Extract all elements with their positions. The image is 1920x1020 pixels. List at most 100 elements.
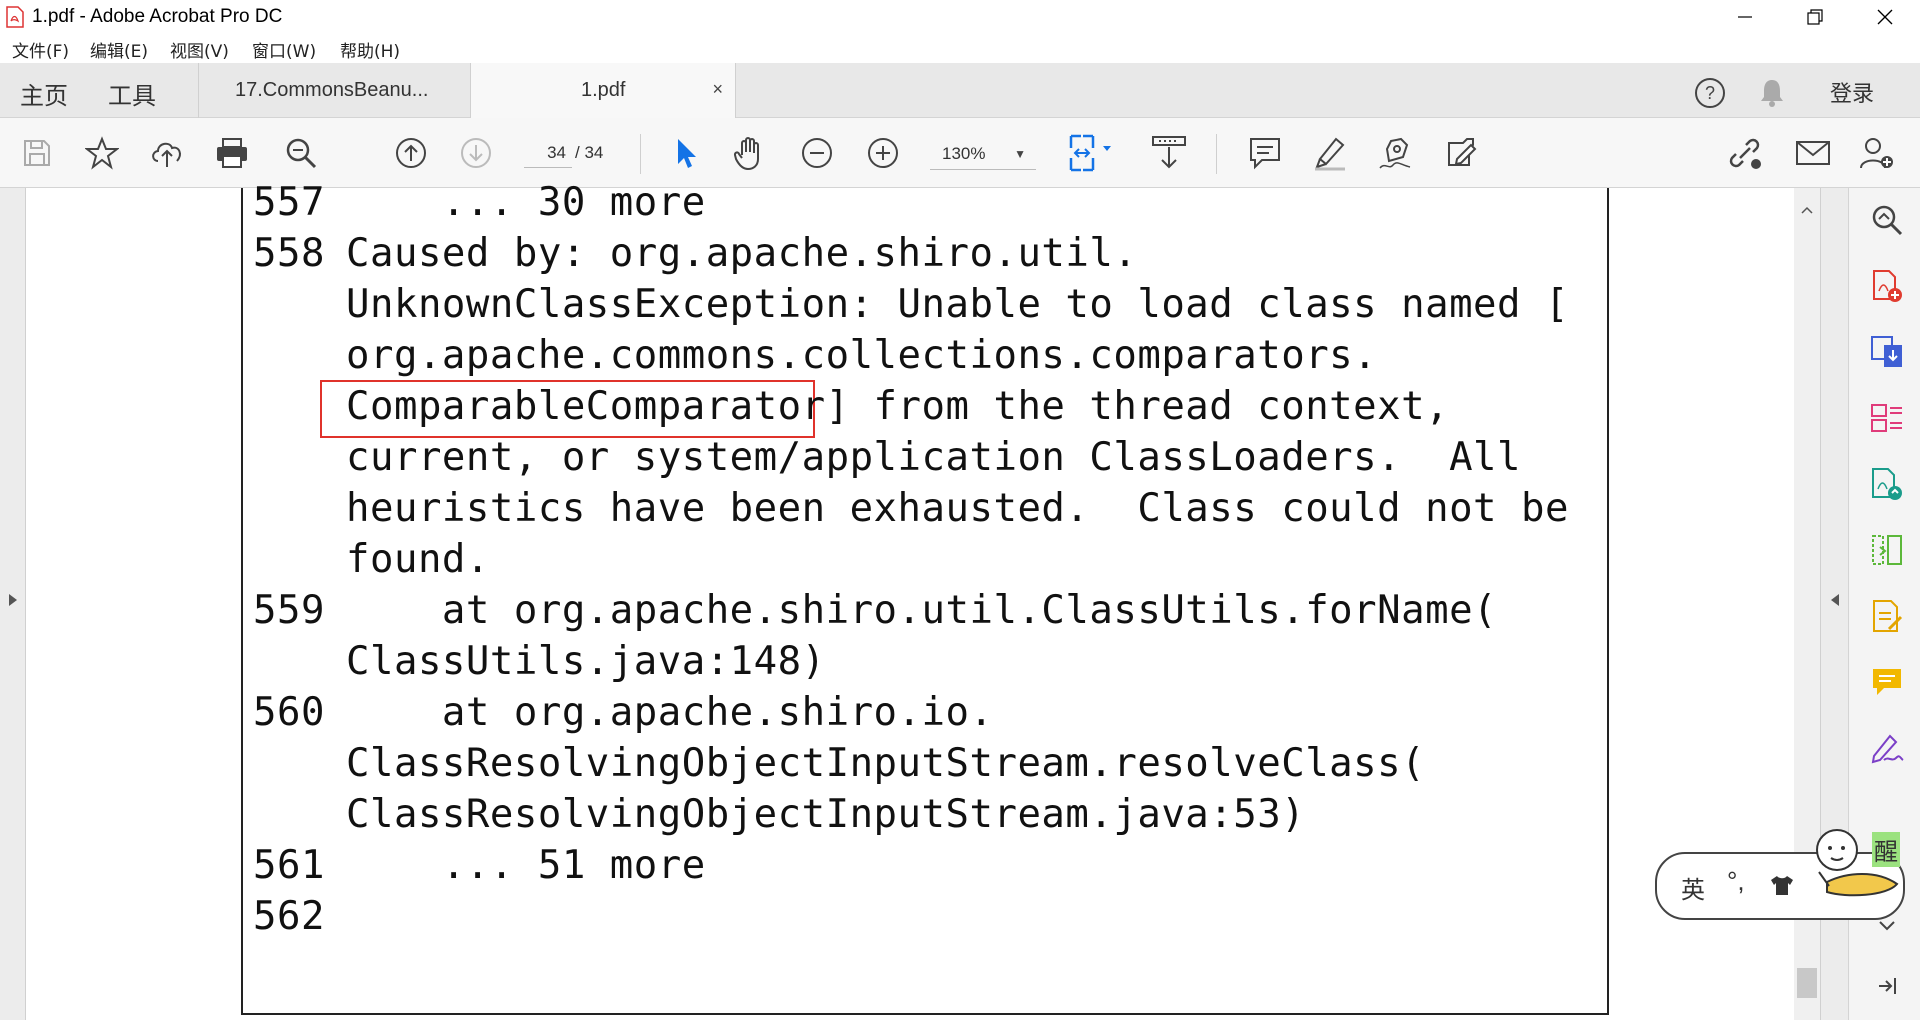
email-button[interactable] xyxy=(1794,134,1832,172)
chevron-down-icon: ▼ xyxy=(1014,147,1026,161)
organize-pages-icon xyxy=(1871,404,1902,432)
edit-pdf-button[interactable] xyxy=(1442,134,1480,172)
comment-tool-button[interactable] xyxy=(1869,664,1905,700)
document-tab-2[interactable]: 1.pdf × xyxy=(470,63,736,118)
add-user-icon xyxy=(1860,138,1893,169)
convert-pdf-icon xyxy=(1872,468,1902,500)
page-total: / 34 xyxy=(575,143,604,162)
scroll-mode-button[interactable] xyxy=(1150,134,1188,172)
code-line: ComparableComparator] from the thread co… xyxy=(346,384,1450,429)
ime-punctuation-mode[interactable]: °, xyxy=(1727,866,1745,897)
page-number-input[interactable]: 34 xyxy=(524,138,572,168)
collapse-icon xyxy=(1879,978,1896,994)
window-title: 1.pdf - Adobe Acrobat Pro DC xyxy=(32,6,283,27)
upload-button[interactable] xyxy=(148,134,186,172)
bell-icon[interactable] xyxy=(1758,77,1786,109)
document-tab-1[interactable]: 17.CommonsBeanu... xyxy=(198,63,470,118)
create-pdf-button[interactable] xyxy=(1869,268,1905,304)
upload-cloud-icon xyxy=(152,142,181,167)
code-line: at org.apache.shiro.io. xyxy=(346,690,994,735)
code-line: UnknownClassException: Unable to load cl… xyxy=(346,282,1569,327)
zoom-in-button[interactable] xyxy=(864,134,902,172)
scrollbar-thumb[interactable] xyxy=(1797,968,1817,998)
menu-edit[interactable]: 编辑(E) xyxy=(90,37,148,62)
acrobat-pdf-icon xyxy=(6,6,24,28)
save-icon xyxy=(24,140,50,166)
print-button[interactable] xyxy=(213,134,251,172)
signin-link[interactable]: 登录 xyxy=(1830,76,1874,108)
code-line: ClassUtils.java:148) xyxy=(346,639,826,684)
previous-page-button[interactable] xyxy=(392,134,430,172)
select-pointer-icon xyxy=(678,139,696,168)
menu-file[interactable]: 文件(F) xyxy=(12,37,69,62)
sign-tool-button[interactable] xyxy=(1869,730,1905,766)
compare-icon xyxy=(1872,535,1902,565)
menu-help[interactable]: 帮助(H) xyxy=(340,37,400,62)
edit-pdf-icon xyxy=(1448,138,1477,166)
document-tab-label: 1.pdf xyxy=(581,79,626,101)
code-line: ClassResolvingObjectInputStream.java:53) xyxy=(346,792,1306,837)
expand-left-panel-icon[interactable] xyxy=(8,593,18,607)
share-link-icon xyxy=(1729,138,1761,169)
line-number: 557 xyxy=(253,180,325,225)
add-user-button[interactable] xyxy=(1858,134,1896,172)
email-icon xyxy=(1796,141,1830,165)
restore-icon xyxy=(1807,8,1823,25)
minimize-button[interactable] xyxy=(1710,0,1780,33)
fill-sign-button[interactable] xyxy=(1869,598,1905,634)
export-pdf-button[interactable] xyxy=(1869,334,1905,370)
comment-button[interactable] xyxy=(1246,134,1284,172)
hand-pan-icon xyxy=(733,137,759,171)
zoom-search-button[interactable] xyxy=(1869,202,1905,238)
zoom-level-value: 130% xyxy=(942,144,986,163)
home-tab[interactable]: 主页 xyxy=(20,76,68,111)
line-number: 559 xyxy=(253,588,325,633)
line-number: 558 xyxy=(253,231,325,276)
scroll-up-icon[interactable] xyxy=(1801,206,1813,214)
code-line: ... 30 more xyxy=(346,180,706,225)
sign-button[interactable] xyxy=(1376,134,1414,172)
menu-view[interactable]: 视图(V) xyxy=(170,37,229,62)
create-pdf-icon xyxy=(1873,270,1902,302)
hand-tool-button[interactable] xyxy=(731,134,769,172)
code-line: org.apache.commons.collections.comparato… xyxy=(346,333,1378,378)
highlight-button[interactable] xyxy=(1311,134,1349,172)
zoom-search-icon xyxy=(1872,205,1903,236)
fit-page-button[interactable] xyxy=(1066,134,1118,172)
document-area: 557 ... 30 more 558 Caused by: org.apach… xyxy=(0,180,1848,1020)
collapse-tools-pane-button[interactable] xyxy=(1869,968,1905,1004)
collapse-right-panel-icon[interactable] xyxy=(1830,593,1840,607)
ime-skin-shirt-icon[interactable] xyxy=(1769,874,1795,896)
ime-status-bar[interactable]: 英 °, 醒 xyxy=(1655,829,1905,920)
help-circle-icon[interactable]: ? xyxy=(1694,77,1726,109)
line-number: 561 xyxy=(253,843,325,888)
select-tool-button[interactable] xyxy=(666,134,704,172)
ime-language-mode[interactable]: 英 xyxy=(1681,870,1705,905)
zoom-in-icon xyxy=(868,138,898,168)
next-page-button[interactable] xyxy=(457,134,495,172)
find-button[interactable] xyxy=(282,134,320,172)
toolbar-divider xyxy=(1216,134,1217,174)
navigation-pane-collapsed[interactable] xyxy=(0,188,26,1020)
scroll-mode-icon xyxy=(1152,136,1186,169)
share-link-button[interactable] xyxy=(1726,134,1764,172)
convert-pdf-button[interactable] xyxy=(1869,466,1905,502)
close-window-button[interactable] xyxy=(1850,0,1920,33)
organize-pages-button[interactable] xyxy=(1869,400,1905,436)
line-number: 560 xyxy=(253,690,325,735)
bookmark-button[interactable] xyxy=(83,134,121,172)
menu-window[interactable]: 窗口(W) xyxy=(252,37,316,62)
comment-icon xyxy=(1873,669,1901,695)
restore-button[interactable] xyxy=(1780,0,1850,33)
zoom-out-button[interactable] xyxy=(798,134,836,172)
compare-button[interactable] xyxy=(1869,532,1905,568)
export-pdf-icon xyxy=(1871,336,1902,367)
print-icon xyxy=(217,138,247,168)
comment-icon xyxy=(1250,138,1280,170)
save-button[interactable] xyxy=(18,134,56,172)
code-line: heuristics have been exhausted. Class co… xyxy=(346,486,1569,531)
code-line: Caused by: org.apache.shiro.util. xyxy=(346,231,1138,276)
zoom-level-select[interactable]: 130% ▼ xyxy=(930,138,1036,170)
tools-tab[interactable]: 工具 xyxy=(108,76,156,111)
tab-close-icon[interactable]: × xyxy=(712,79,723,100)
